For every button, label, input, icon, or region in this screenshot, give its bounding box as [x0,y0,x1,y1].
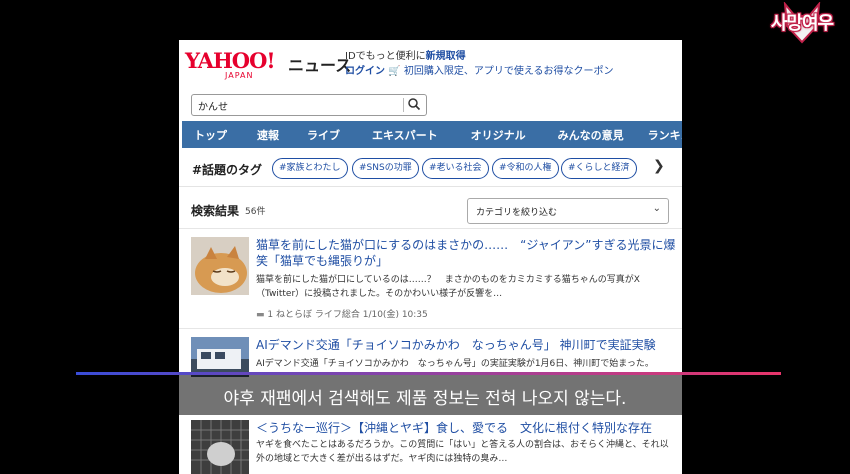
goat-photo-thumbnail[interactable] [191,420,249,474]
tag-chip[interactable]: #くらしと経済 [561,158,637,179]
category-filter-label: カテゴリを絞り込む [476,208,558,218]
comment-count: 1 [267,310,274,320]
tags-heading: #話題のタグ [192,163,263,177]
results-title: 検索結果 [191,204,240,218]
list-item[interactable]: ＜うちなー巡行＞【沖縄とヤギ】食し、愛でる 文化に根付く特別な存在 ヤギを食べた… [179,420,682,474]
nav-item-live[interactable]: ライブ [307,127,340,143]
channel-logo: 사망여우 [754,0,850,44]
chevron-right-icon[interactable]: ❯ [653,158,665,174]
comment-icon: ▬ [256,310,265,320]
article-snippet: AIデマンド交通「チョイソコかみかわ なっちゃん号」の実証実験が1月6日、神川町… [256,359,654,369]
article-headline[interactable]: ＜うちなー巡行＞【沖縄とヤギ】食し、愛でる 文化に根付く特別な存在 [256,420,676,436]
tag-chip[interactable]: #令和の人権 [492,158,559,179]
results-count: 56件 [245,207,266,217]
cat-photo-thumbnail[interactable] [191,237,249,295]
nav-item-expert[interactable]: エキスパート [372,127,438,143]
article-snippet: 猫草を前にした猫が口にしているのは……？ まさかのものをカミカミする猫ちゃんの写… [256,275,640,299]
tag-chip[interactable]: #老いる社会 [422,158,489,179]
nav-item-original[interactable]: オリジナル [471,127,526,143]
video-subtitle: 야후 재팬에서 검색해도 제품 정보는 전혀 나오지 않는다. [223,389,627,409]
category-filter-select[interactable]: カテゴリを絞り込む ⌄ [467,198,669,224]
tag-chip[interactable]: #SNSの功罪 [352,158,419,179]
yahoo-logo[interactable]: YAHOO! JAPAN [185,48,291,80]
promo-area: IDでもっと便利に新規取得 ログイン 🛒 初回購入限定、アプリで使えるお得なクー… [345,49,614,79]
promo-text: IDでもっと便利に [345,51,426,62]
search-query: かんせ [198,102,228,113]
yahoo-japan-label: JAPAN [225,71,254,80]
channel-logo-text: 사망여우 [770,13,834,34]
yahoo-wordmark: YAHOO! [185,48,276,73]
coupon-link[interactable]: 初回購入限定、アプリで使えるお得なクーポン [404,66,614,77]
article-headline[interactable]: AIデマンド交通「チョイソコかみかわ なっちゃん号」 神川町で実証実験 [256,337,676,353]
trending-tags: #話題のタグ #家族とわたし #SNSの功罪 #老いる社会 #令和の人権 #くら… [179,150,682,187]
cat-photo [191,237,249,295]
nav-item-ranking[interactable]: ランキング [648,127,682,143]
register-link[interactable]: 新規取得 [426,51,466,62]
search-icon[interactable] [407,97,421,111]
nav-item-flash[interactable]: 速報 [257,127,279,143]
goat-photo [191,420,249,474]
article-headline[interactable]: 猫草を前にした猫が口にするのはまさかの…… “ジャイアン”すぎる光景に爆笑「猫草… [256,237,676,269]
cart-icon: 🛒 [388,66,401,77]
login-link[interactable]: ログイン [345,66,385,77]
chevron-down-icon: ⌄ [652,203,661,214]
article-source-date: ねとらぼ ライフ総合 1/10(金) 10:35 [276,310,428,320]
site-name[interactable]: ニュース [288,52,351,76]
search-input[interactable]: かんせ [191,94,427,116]
bus-photo [191,337,249,377]
results-header: 検索結果 56件 カテゴリを絞り込む ⌄ [179,190,682,228]
nav-item-top[interactable]: トップ [194,127,227,143]
page-header: YAHOO! JAPAN ニュース IDでもっと便利に新規取得 ログイン 🛒 初… [179,40,682,92]
search-divider [403,98,404,112]
nav-item-opinion[interactable]: みんなの意見 [558,127,624,143]
article-meta: ▬ 1 ねとらぼ ライフ総合 1/10(金) 10:35 [256,307,428,320]
list-item[interactable]: 猫草を前にした猫が口にするのはまさかの…… “ジャイアン”すぎる光景に爆笑「猫草… [179,237,682,325]
main-nav: トップ 速報 ライブ エキスパート オリジナル みんなの意見 ランキング [182,121,682,148]
divider [179,328,682,329]
tag-chip[interactable]: #家族とわたし [272,158,348,179]
article-snippet: ヤギを食べたことはあるだろうか。この質問に「はい」と答える人の割合は、おそらく沖… [256,440,669,464]
divider [179,228,682,229]
